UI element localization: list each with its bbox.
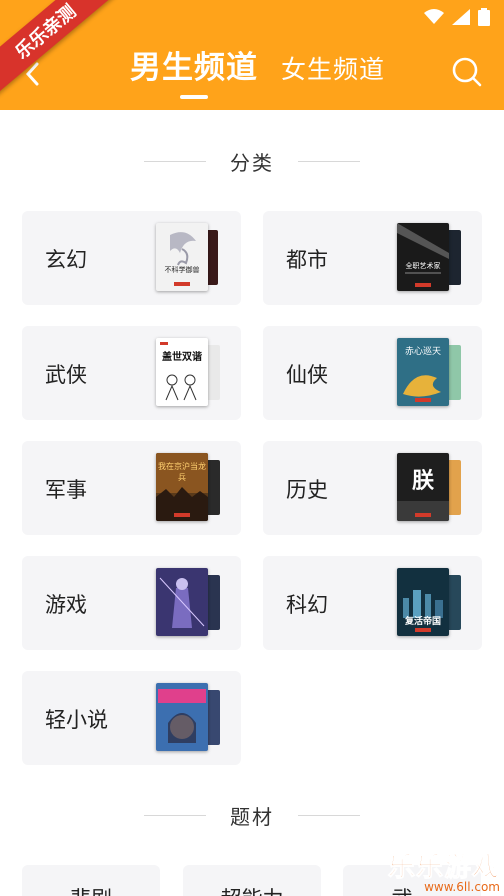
category-card-kehuan[interactable]: 科幻 复活帝国 xyxy=(263,556,482,650)
topic-tag-beiju[interactable]: 悲剧 xyxy=(22,865,160,896)
book-cover: 全职艺术家 xyxy=(397,223,449,291)
category-label: 轻小说 xyxy=(45,708,108,732)
search-icon[interactable] xyxy=(450,55,484,89)
categories-title: 分类 xyxy=(230,150,274,175)
category-label: 游戏 xyxy=(45,593,87,617)
anime-girl-illustration xyxy=(158,689,206,743)
category-label: 都市 xyxy=(286,248,328,272)
book-cover-title: 朕 xyxy=(411,468,434,494)
tab-female-channel[interactable]: 女生频道 xyxy=(281,50,385,86)
category-label: 仙侠 xyxy=(286,363,328,387)
divider xyxy=(144,160,206,162)
category-card-xuanhuan[interactable]: 玄幻 不科学御兽 xyxy=(22,211,241,305)
stage-illustration xyxy=(397,223,449,287)
category-card-junshi[interactable]: 军事 我在京沪当龙兵 xyxy=(22,441,241,535)
wifi-icon xyxy=(424,9,444,24)
book-cover-title: 我在京沪当龙兵 xyxy=(158,462,206,482)
topic-tag-chaonengli[interactable]: 超能力 xyxy=(183,865,321,896)
categories-heading: 分类 xyxy=(0,146,504,176)
book-cover: 不科学御兽 xyxy=(156,223,208,291)
category-label: 历史 xyxy=(286,478,328,502)
book-cover: 我在京沪当龙兵 xyxy=(156,453,208,521)
category-card-wuxia[interactable]: 武侠 盖世双谐 xyxy=(22,326,241,420)
category-card-xianxia[interactable]: 仙侠 赤心巡天 xyxy=(263,326,482,420)
book-cover-title: 赤心巡天 xyxy=(404,347,441,357)
battery-icon xyxy=(478,8,490,26)
category-label: 武侠 xyxy=(45,363,87,387)
book-cover-title: 复活帝国 xyxy=(404,617,441,627)
category-label: 玄幻 xyxy=(45,248,87,272)
warrior-illustration xyxy=(159,577,205,628)
book-cover: 复活帝国 xyxy=(397,568,449,636)
divider xyxy=(298,814,360,816)
topics-heading: 题材 xyxy=(0,800,504,830)
category-card-youxi[interactable]: 游戏 xyxy=(22,556,241,650)
book-cover-title: 不科学御兽 xyxy=(164,266,200,274)
topic-label: 超能力 xyxy=(183,883,321,896)
book-cover: 朕 xyxy=(397,453,449,521)
category-card-dushi[interactable]: 都市 全职艺术家 xyxy=(263,211,482,305)
category-card-lishi[interactable]: 历史 朕 xyxy=(263,441,482,535)
category-label: 军事 xyxy=(45,478,87,502)
dragon-illustration xyxy=(170,232,196,286)
status-bar xyxy=(424,8,490,26)
book-cover: 赤心巡天 xyxy=(397,338,449,406)
book-cover-title: 全职艺术家 xyxy=(405,262,441,270)
tab-male-channel[interactable]: 男生频道 xyxy=(130,42,258,87)
topics-title: 题材 xyxy=(230,804,274,829)
brand-watermark: 乐乐游戏 www.6ll.com xyxy=(388,845,501,895)
book-cover: 盖世双谐 xyxy=(156,338,208,406)
book-cover xyxy=(156,568,208,636)
book-cover xyxy=(156,683,208,751)
topic-label: 悲剧 xyxy=(22,883,160,896)
book-cover-title: 盖世双谐 xyxy=(162,352,202,363)
active-tab-indicator xyxy=(180,95,208,99)
divider xyxy=(298,160,360,162)
signal-icon xyxy=(452,9,470,25)
divider xyxy=(144,814,206,816)
brand-name: 乐乐游戏 xyxy=(388,852,500,884)
category-card-qingxiaoshuo[interactable]: 轻小说 xyxy=(22,671,241,765)
category-label: 科幻 xyxy=(286,593,328,617)
